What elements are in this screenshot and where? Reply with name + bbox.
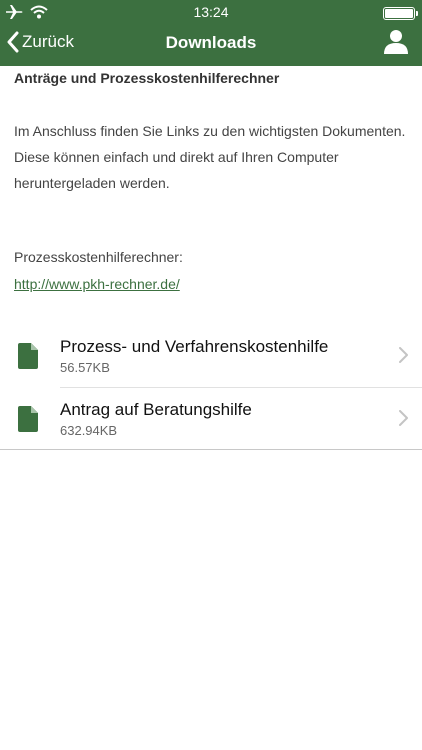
user-icon bbox=[384, 30, 408, 54]
download-item-content: Prozess- und Verfahrenskostenhilfe 56.57… bbox=[0, 325, 422, 387]
section-title: Anträge und Prozesskostenhilferechner bbox=[14, 70, 280, 86]
download-title: Prozess- und Verfahrenskostenhilfe bbox=[60, 337, 329, 356]
download-item-pkh[interactable]: Prozess- und Verfahrenskostenhilfe 56.57… bbox=[0, 325, 422, 387]
status-bar: 13:24 bbox=[0, 0, 422, 26]
battery-icon bbox=[383, 7, 418, 20]
downloads-list: Prozess- und Verfahrenskostenhilfe 56.57… bbox=[0, 325, 422, 450]
back-button[interactable]: Zurück bbox=[6, 31, 74, 53]
download-size: 56.57KB bbox=[60, 360, 110, 375]
calculator-link[interactable]: http://www.pkh-rechner.de/ bbox=[14, 276, 180, 292]
chevron-left-icon bbox=[7, 31, 19, 53]
back-button-label: Zurück bbox=[22, 32, 74, 51]
document-icon bbox=[18, 406, 38, 432]
app-header: 13:24 Zurück Downloads bbox=[0, 0, 422, 66]
chevron-right-icon bbox=[399, 410, 408, 426]
document-icon bbox=[18, 343, 38, 369]
chevron-right-icon bbox=[399, 347, 408, 363]
calculator-label: Prozesskostenhilferechner: bbox=[14, 249, 183, 265]
download-item-content: Antrag auf Beratungshilfe 632.94KB bbox=[0, 388, 422, 450]
navigation-bar: Zurück Downloads bbox=[0, 26, 422, 66]
download-size: 632.94KB bbox=[60, 423, 118, 438]
download-item-beratungshilfe[interactable]: Antrag auf Beratungshilfe 632.94KB bbox=[18, 387, 422, 449]
status-time: 13:24 bbox=[193, 4, 229, 20]
intro-text: Im Anschluss finden Sie Links zu den wic… bbox=[14, 123, 406, 191]
download-title: Antrag auf Beratungshilfe bbox=[60, 400, 252, 419]
profile-button[interactable] bbox=[383, 29, 409, 60]
